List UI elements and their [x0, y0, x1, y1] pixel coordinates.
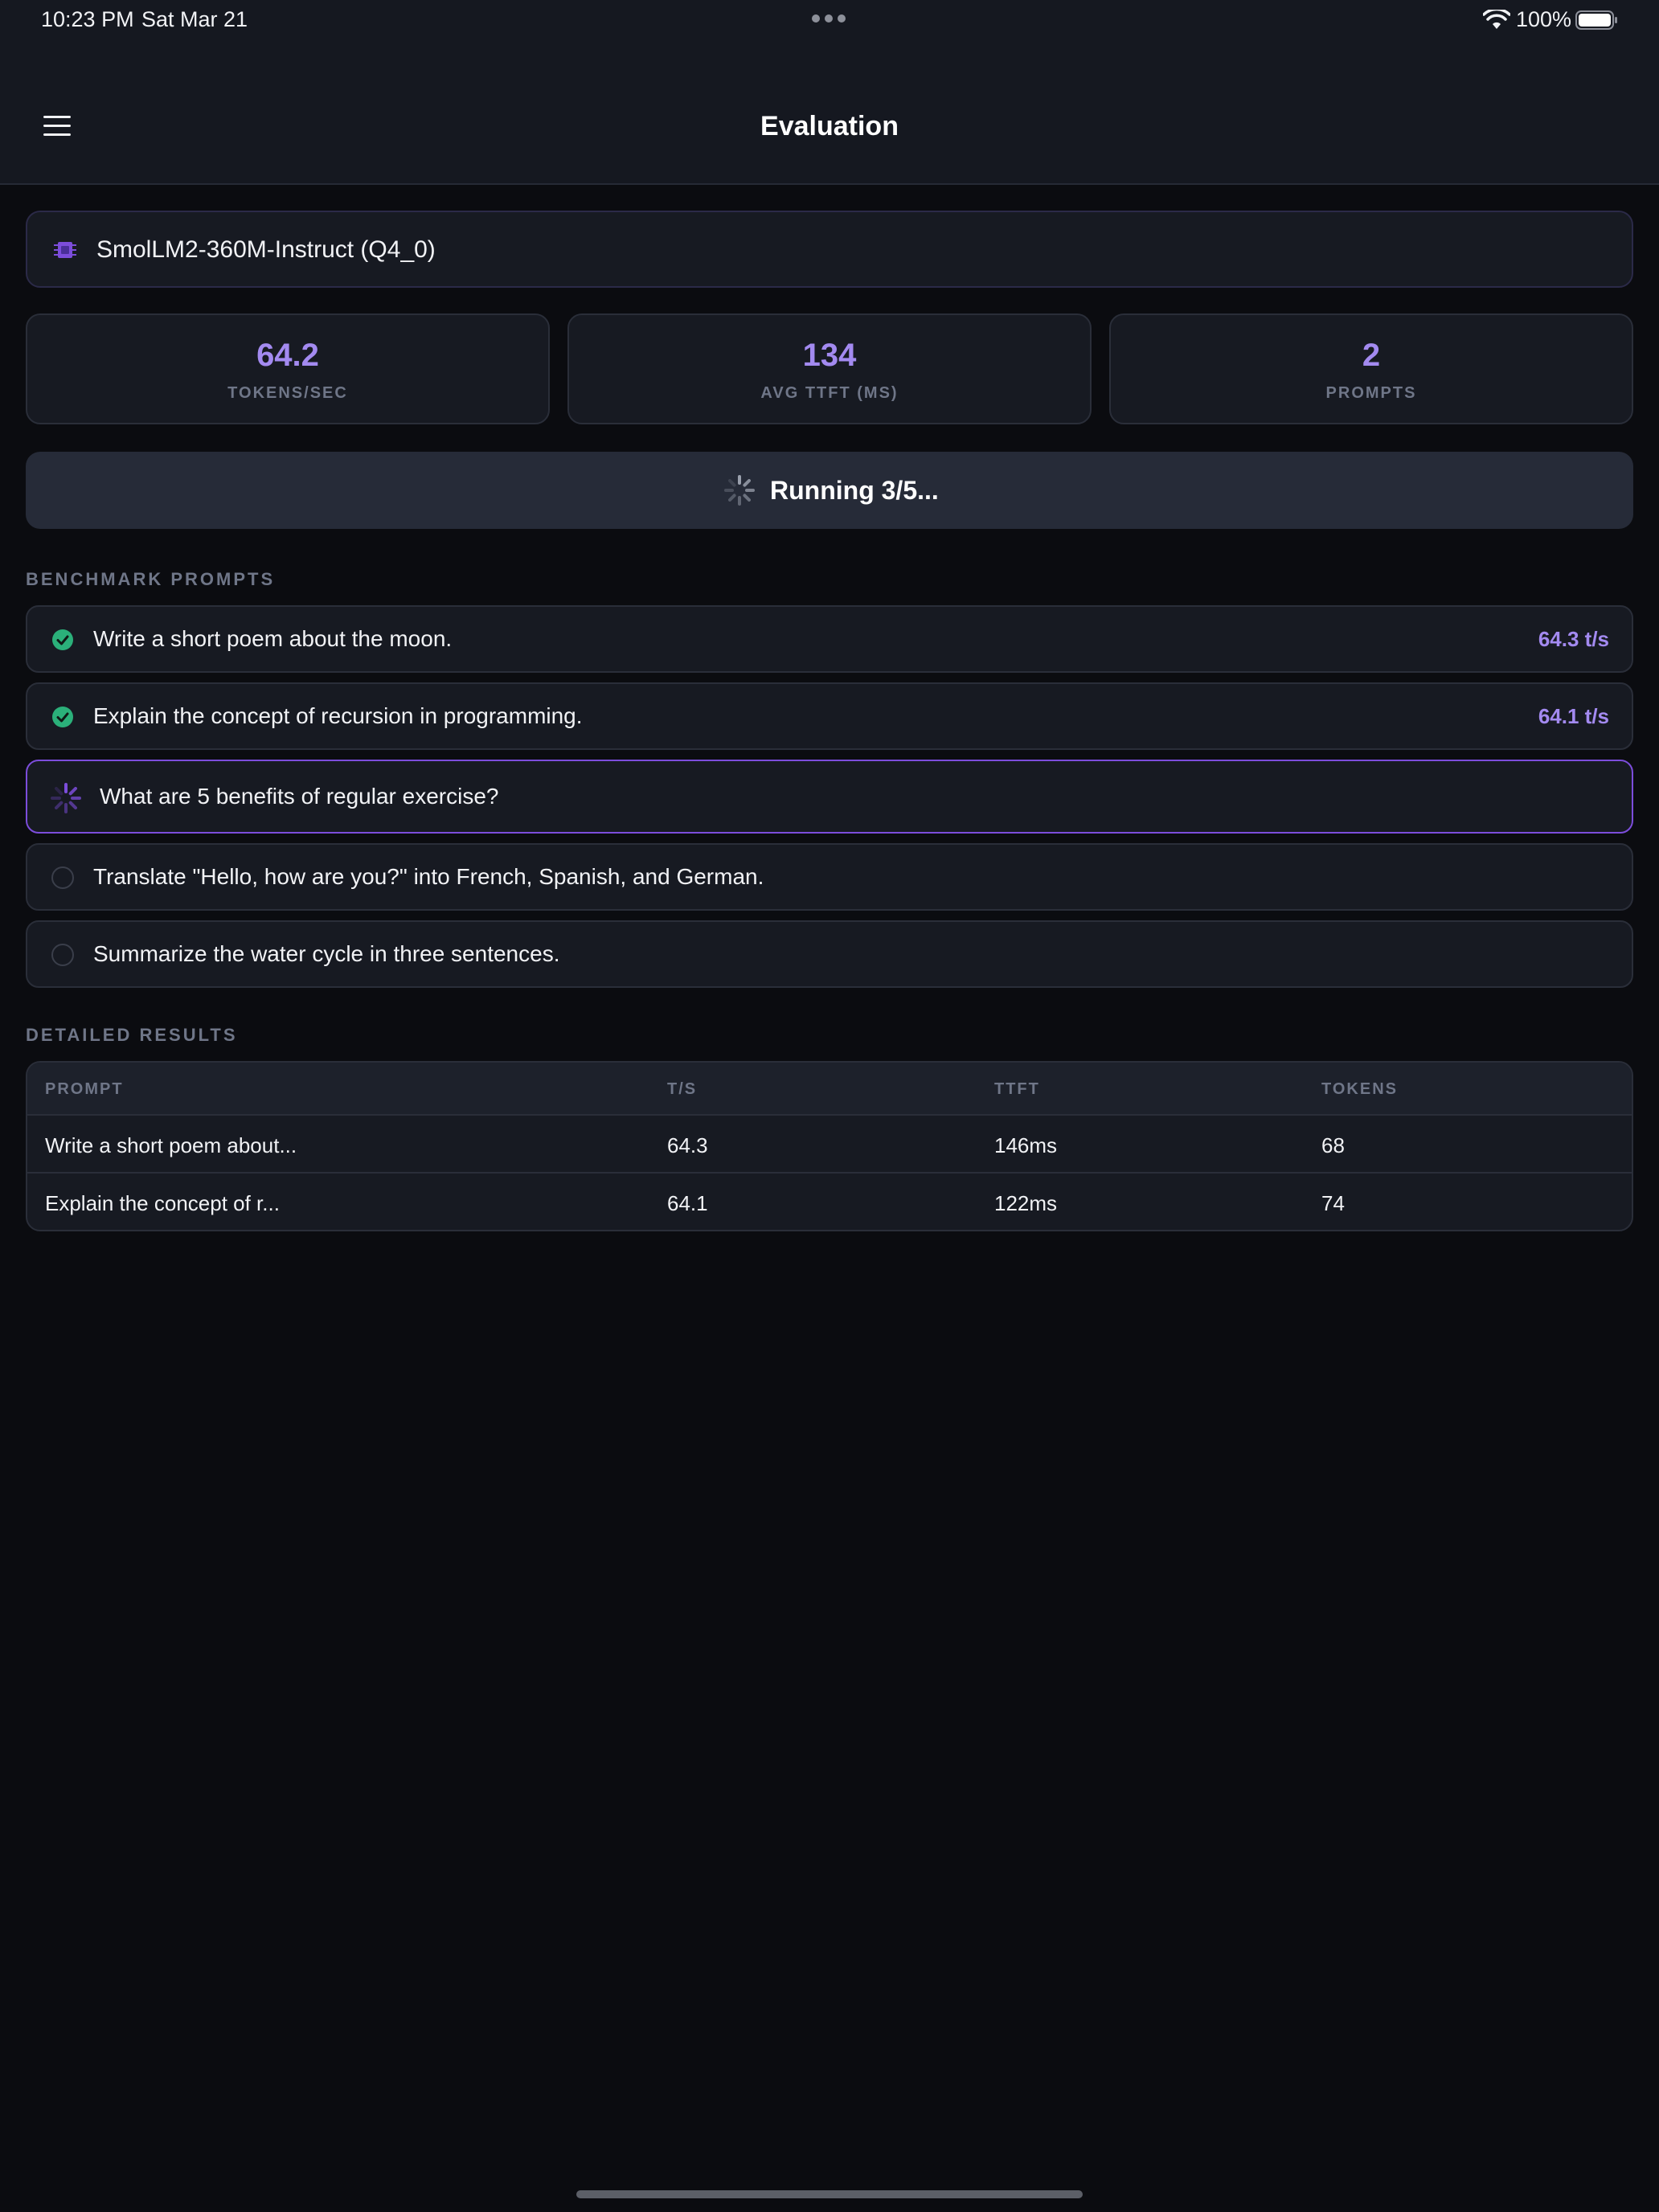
wifi-icon — [1483, 10, 1510, 29]
prompt-rate: 64.1 t/s — [1538, 704, 1609, 728]
prompt-text: Write a short poem about the moon. — [93, 626, 453, 651]
cell-ttft: 146ms — [994, 1133, 1058, 1157]
prompt-text: Explain the concept of recursion in prog… — [93, 703, 583, 728]
stat-value: 2 — [1362, 338, 1381, 373]
model-selector[interactable]: SmolLM2-360M-Instruct (Q4_0) — [26, 211, 1633, 288]
detailed-results-heading: DETAILED RESULTS — [26, 1025, 238, 1045]
table-header: PROMPT T/S TTFT TOKENS — [27, 1063, 1632, 1116]
stat-tokens-per-sec: 64.2 TOKENS/SEC — [26, 313, 550, 424]
cell-tokens: 74 — [1321, 1191, 1345, 1215]
status-date: Sat Mar 21 — [141, 7, 248, 31]
stat-label: PROMPTS — [1325, 384, 1417, 402]
check-circle-icon — [52, 629, 73, 650]
column-header-ts: T/S — [667, 1080, 698, 1098]
cell-tokens: 68 — [1321, 1133, 1345, 1157]
stat-avg-ttft: 134 AVG TTFT (MS) — [567, 313, 1092, 424]
stat-label: TOKENS/SEC — [227, 384, 348, 402]
column-header-prompt: PROMPT — [45, 1080, 124, 1098]
prompt-text: Summarize the water cycle in three sente… — [93, 941, 560, 966]
cell-prompt: Explain the concept of r... — [45, 1191, 280, 1215]
results-table: PROMPT T/S TTFT TOKENS Write a short poe… — [26, 1061, 1633, 1231]
prompt-text: What are 5 benefits of regular exercise? — [100, 784, 499, 809]
table-row: Explain the concept of r... 64.1 122ms 7… — [27, 1175, 1632, 1230]
home-indicator[interactable] — [576, 2190, 1083, 2198]
prompt-row[interactable]: Explain the concept of recursion in prog… — [26, 682, 1633, 750]
status-time: 10:23 PM — [41, 7, 134, 31]
spinner-icon — [51, 783, 81, 813]
stat-value: 134 — [802, 338, 857, 373]
prompt-rate: 64.3 t/s — [1538, 627, 1609, 651]
prompt-row[interactable]: Summarize the water cycle in three sente… — [26, 920, 1633, 988]
model-name: SmolLM2-360M-Instruct (Q4_0) — [96, 236, 436, 263]
stat-label: AVG TTFT (MS) — [760, 384, 899, 402]
prompt-text: Translate "Hello, how are you?" into Fre… — [93, 864, 764, 889]
prompt-row[interactable]: Write a short poem about the moon. 64.3 … — [26, 605, 1633, 673]
column-header-ttft: TTFT — [994, 1080, 1040, 1098]
chip-icon — [54, 242, 76, 258]
cell-ts: 64.3 — [667, 1133, 708, 1157]
run-button-label: Running 3/5... — [770, 476, 939, 505]
column-header-tokens: TOKENS — [1321, 1080, 1398, 1098]
pending-circle-icon — [51, 866, 74, 889]
prompt-row-active[interactable]: What are 5 benefits of regular exercise? — [26, 760, 1633, 834]
benchmark-prompts-heading: BENCHMARK PROMPTS — [26, 569, 276, 589]
multitasking-dots-icon[interactable] — [812, 14, 846, 23]
stat-value: 64.2 — [256, 338, 319, 373]
battery-percent: 100% — [1516, 7, 1572, 31]
nav-header: Evaluation — [0, 42, 1659, 185]
table-row: Write a short poem about... 64.3 146ms 6… — [27, 1117, 1632, 1174]
prompt-row[interactable]: Translate "Hello, how are you?" into Fre… — [26, 843, 1633, 911]
battery-icon — [1575, 10, 1617, 30]
run-benchmark-button[interactable]: Running 3/5... — [26, 452, 1633, 529]
check-circle-icon — [52, 707, 73, 727]
pending-circle-icon — [51, 944, 74, 966]
stat-prompts: 2 PROMPTS — [1109, 313, 1633, 424]
cell-prompt: Write a short poem about... — [45, 1133, 297, 1157]
cell-ts: 64.1 — [667, 1191, 708, 1215]
status-bar: 10:23 PM Sat Mar 21 100% — [0, 0, 1659, 42]
page-title: Evaluation — [760, 111, 899, 141]
spinner-icon — [724, 475, 755, 506]
cell-ttft: 122ms — [994, 1191, 1058, 1215]
